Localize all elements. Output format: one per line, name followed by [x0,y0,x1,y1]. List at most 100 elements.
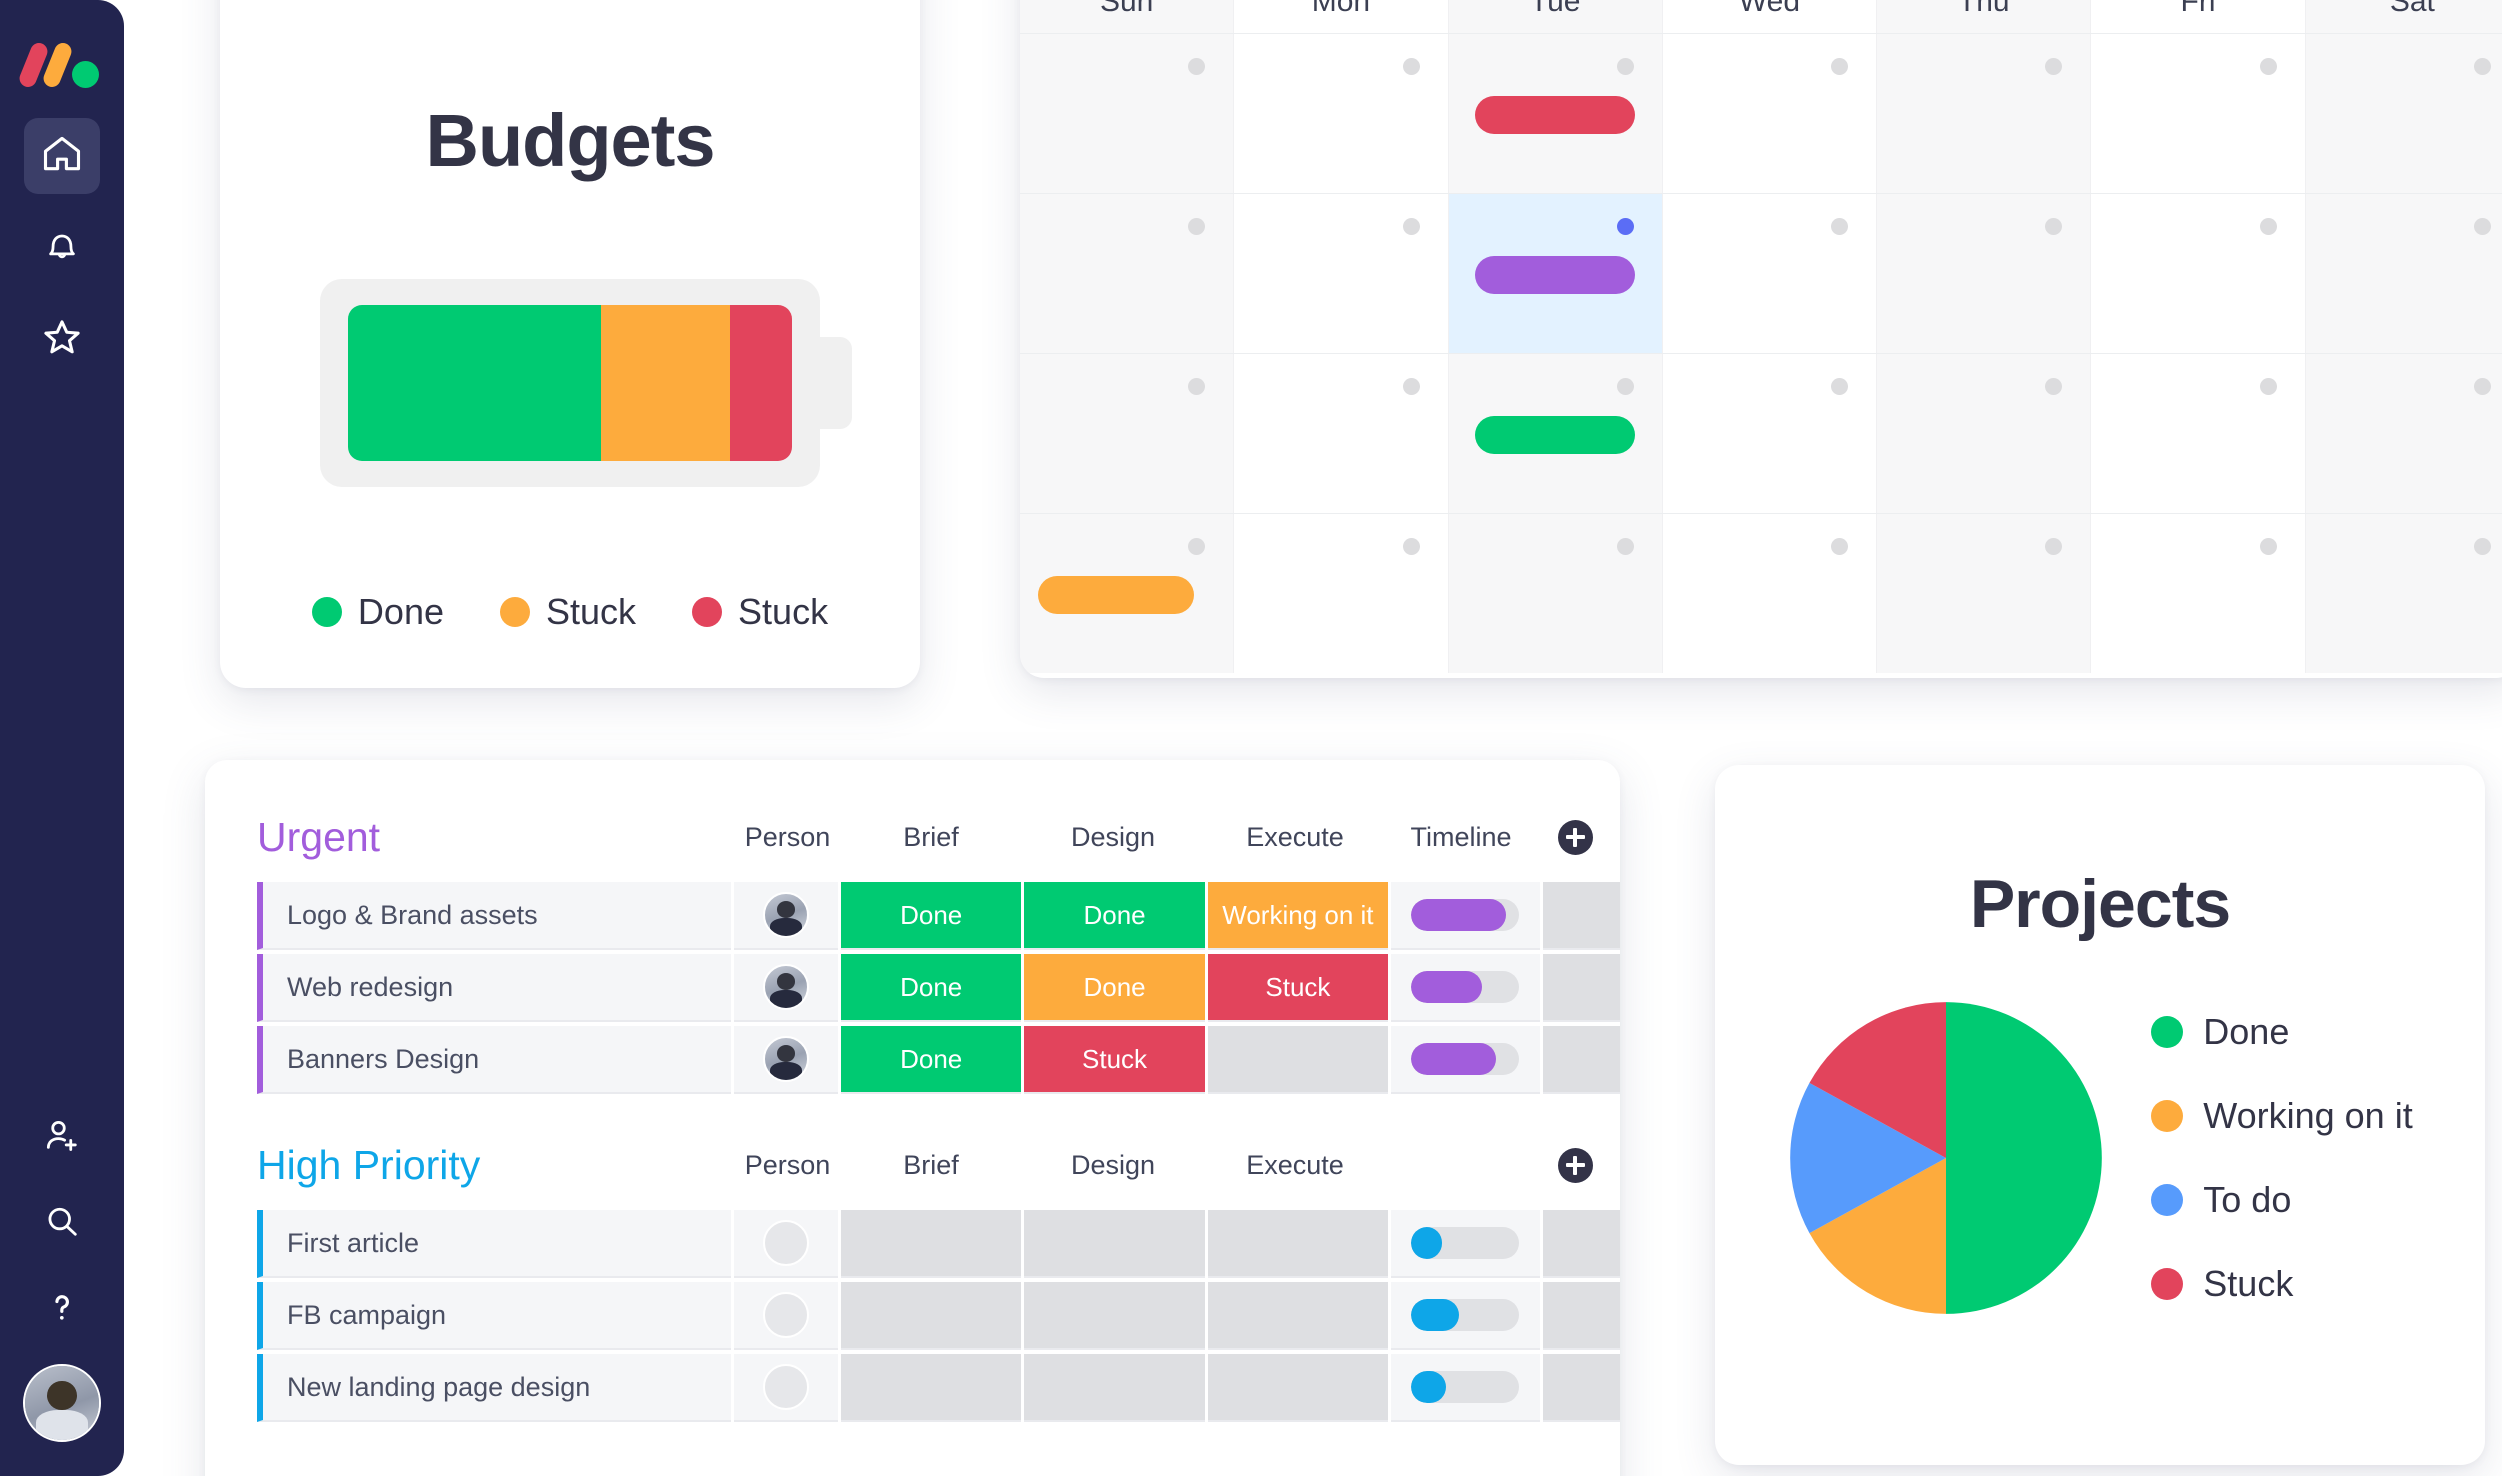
table-row[interactable]: Logo & Brand assets Done Done Working on it [257,882,1620,950]
status-cell-execute[interactable] [1207,1354,1389,1422]
avatar-head [776,1044,796,1062]
calendar-cell-sun[interactable] [1020,194,1235,353]
sidebar [0,0,124,1476]
table-row[interactable]: New landing page design [257,1354,1620,1422]
row-tail-cell[interactable] [1542,882,1620,950]
calendar-cell-tue[interactable] [1448,514,1663,673]
calendar-cell-wed[interactable] [1663,514,1878,673]
timeline-cell[interactable] [1391,1026,1540,1094]
timeline-fill [1411,1227,1442,1259]
board-groups: Urgent Person Brief Design Execute Timeline Lo… [257,808,1620,1422]
status-cell-brief[interactable]: Done [841,1026,1022,1094]
row-tail-cell[interactable] [1542,1354,1620,1422]
timeline-cell[interactable] [1391,1210,1540,1278]
calendar-cell-wed[interactable] [1663,194,1878,353]
calendar-cell-thu[interactable] [1877,194,2092,353]
status-cell-design[interactable]: Done [1024,882,1205,950]
board-group-header: High Priority Person Brief Design Execute [257,1136,1620,1194]
calendar-cell-fri[interactable] [2091,354,2306,513]
row-tail-cell[interactable] [1542,954,1620,1022]
status-cell-execute[interactable] [1207,1282,1389,1350]
timeline-cell[interactable] [1391,1282,1540,1350]
calendar-cell-mon[interactable] [1234,514,1449,673]
sidebar-item-home[interactable] [24,118,100,194]
calendar-day-dot [1616,538,1634,555]
row-person-cell[interactable] [733,1354,838,1422]
status-cell-execute[interactable]: Stuck [1207,954,1389,1022]
calendar-event-pill[interactable] [1475,256,1636,294]
calendar-cell-wed[interactable] [1663,354,1878,513]
status-dot-to-do [2151,1184,2184,1216]
add-column-cell [1536,819,1614,855]
budget-legend-label: Done [357,591,444,632]
calendar-cell-sun[interactable] [1020,354,1235,513]
status-cell-brief[interactable]: Done [841,954,1022,1022]
calendar-day-dot [2259,538,2277,555]
calendar-cell-fri[interactable] [2091,194,2306,353]
sidebar-item-notifications[interactable] [24,210,100,286]
status-cell-brief[interactable] [841,1210,1022,1278]
table-row[interactable]: First article [257,1210,1620,1278]
calendar-cell-thu[interactable] [1877,354,2092,513]
monday-logo[interactable] [17,40,99,90]
calendar-event-pill[interactable] [1475,96,1636,134]
table-row[interactable]: FB campaign [257,1282,1620,1350]
avatar-body [36,1410,88,1440]
row-person-cell[interactable] [733,1282,838,1350]
calendar-cell-thu[interactable] [1877,34,2092,193]
row-tail-cell[interactable] [1542,1210,1620,1278]
timeline-cell[interactable] [1391,882,1540,950]
timeline-fill [1411,971,1482,1003]
calendar-cell-mon[interactable] [1234,354,1449,513]
calendar-cell-sat[interactable] [2305,514,2502,673]
calendar-event-pill[interactable] [1038,576,1194,614]
status-cell-design[interactable] [1024,1210,1205,1278]
calendar-cell-mon[interactable] [1234,194,1449,353]
add-column-button[interactable] [1557,1147,1593,1183]
calendar-cell-sat[interactable] [2305,34,2502,193]
calendar-cell-tue[interactable] [1448,194,1663,353]
status-cell-execute[interactable] [1207,1210,1389,1278]
status-cell-execute[interactable] [1207,1026,1389,1094]
calendar-header-wed: Wed [1663,0,1878,33]
calendar-cell-sat[interactable] [2305,354,2502,513]
status-cell-design[interactable]: Stuck [1024,1026,1205,1094]
calendar-cell-fri[interactable] [2091,514,2306,673]
calendar-cell-mon[interactable] [1234,34,1449,193]
calendar-event-pill[interactable] [1475,416,1636,454]
status-cell-execute[interactable]: Working on it [1207,882,1389,950]
sidebar-item-search[interactable] [30,1192,94,1256]
timeline-cell[interactable] [1391,954,1540,1022]
row-tail-cell[interactable] [1542,1026,1620,1094]
timeline-cell[interactable] [1391,1354,1540,1422]
row-person-cell[interactable] [733,1210,838,1278]
status-cell-brief[interactable]: Done [841,882,1022,950]
calendar-cell-sun[interactable] [1020,514,1235,673]
row-person-cell[interactable] [733,954,838,1022]
sidebar-item-favorites[interactable] [24,302,100,378]
table-row[interactable]: Web redesign Done Done Stuck [257,954,1620,1022]
sidebar-item-help[interactable] [30,1278,94,1342]
calendar-day-dot [1616,58,1634,75]
table-row[interactable]: Banners Design Done Stuck [257,1026,1620,1094]
calendar-cell-tue[interactable] [1448,34,1663,193]
calendar-cell-sat[interactable] [2305,194,2502,353]
calendar-cell-thu[interactable] [1877,514,2092,673]
status-cell-brief[interactable] [841,1354,1022,1422]
user-avatar[interactable] [23,1364,101,1442]
projects-legend-item-2: To do [2151,1179,2412,1221]
status-cell-brief[interactable] [841,1282,1022,1350]
status-cell-design[interactable] [1024,1354,1205,1422]
calendar-cell-tue[interactable] [1448,354,1663,513]
calendar-cell-wed[interactable] [1663,34,1878,193]
row-person-cell[interactable] [733,882,838,950]
add-column-button[interactable] [1557,819,1593,855]
sidebar-item-invite[interactable] [30,1106,94,1170]
status-cell-design[interactable] [1024,1282,1205,1350]
calendar-cell-sun[interactable] [1020,34,1235,193]
calendar-cell-fri[interactable] [2091,34,2306,193]
row-person-cell[interactable] [733,1026,838,1094]
calendar-day-dot [2473,218,2491,235]
status-cell-design[interactable]: Done [1024,954,1205,1022]
row-tail-cell[interactable] [1542,1282,1620,1350]
